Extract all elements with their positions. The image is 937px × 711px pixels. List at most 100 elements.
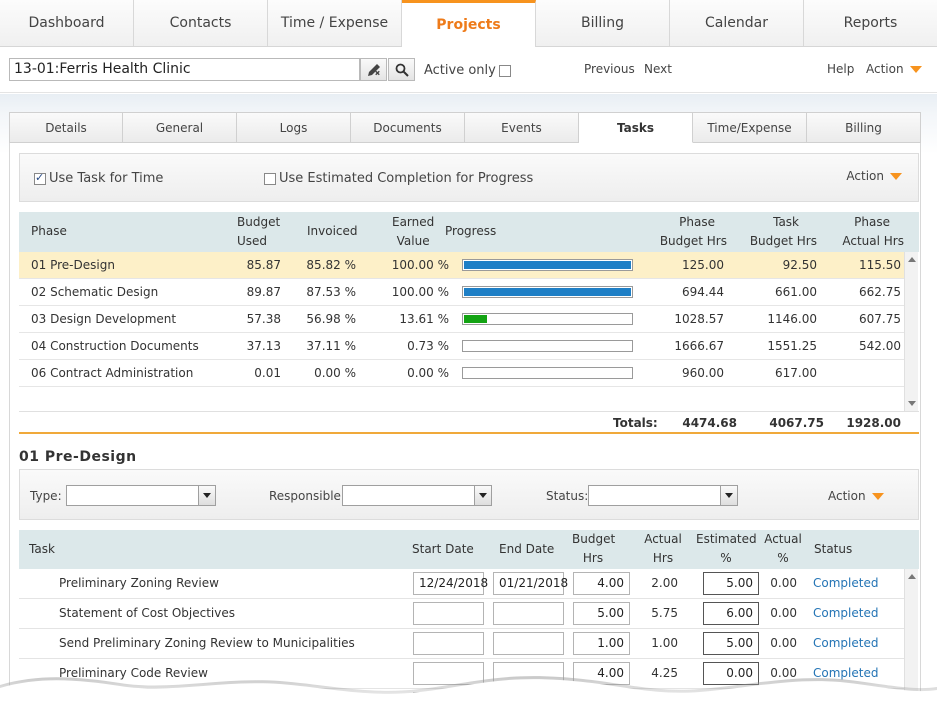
nav-tab-calendar[interactable]: Calendar (670, 0, 804, 46)
phase-actual-hrs: 607.75 (859, 312, 901, 326)
edit-project-button[interactable] (360, 58, 387, 81)
col-budget-used: Budget Used (237, 213, 280, 251)
status-label: Status: (546, 489, 589, 503)
progress-bar (462, 367, 633, 379)
main-nav: Dashboard Contacts Time / Expense Projec… (0, 0, 937, 47)
dropdown-caret-icon (871, 493, 884, 500)
task-filter-bar: Type: Responsible: Status: Action (19, 469, 919, 520)
actual-pct: 0.00 (770, 636, 797, 650)
tab-billing[interactable]: Billing (807, 112, 921, 143)
start-date-input[interactable] (413, 602, 484, 625)
status-link[interactable]: Completed (813, 606, 878, 620)
estimated-pct-input[interactable]: 5.00 (703, 572, 759, 595)
nav-tab-time-expense[interactable]: Time / Expense (268, 0, 402, 46)
col-phase-budget-line2: Budget Hrs (659, 234, 727, 248)
progress-bar-fill (464, 315, 487, 323)
active-only-checkbox[interactable] (498, 64, 511, 77)
tab-tasks[interactable]: Tasks (579, 112, 693, 143)
end-date-input[interactable] (493, 602, 564, 625)
col-earned-line1: Earned (392, 215, 435, 229)
phase-invoiced: 85.82 % (306, 258, 356, 272)
col-status: Status (814, 542, 853, 556)
table-row: Preliminary Zoning Review 12/24/2018 01/21… (19, 569, 904, 599)
estimated-pct-input[interactable]: 6.00 (703, 602, 759, 625)
search-icon (395, 63, 409, 77)
nav-tab-billing[interactable]: Billing (536, 0, 670, 46)
budget-hrs-input[interactable]: 4.00 (573, 572, 630, 595)
end-date-input[interactable]: 01/21/2018 (493, 572, 568, 595)
chevron-down-icon (474, 486, 491, 505)
active-only-toggle[interactable]: Active only (424, 63, 511, 78)
phase-name: 04 Construction Documents (31, 339, 199, 353)
table-row[interactable]: 03 Design Development 57.38 56.98 % 13.61 %… (19, 306, 904, 333)
table-row[interactable]: 04 Construction Documents 37.13 37.11 % 0.7… (19, 333, 904, 360)
type-select[interactable] (66, 485, 216, 506)
use-estimated-option[interactable]: Use Estimated Completion for Progress (264, 171, 533, 186)
tab-logs[interactable]: Logs (237, 112, 351, 143)
total-phase-actual: 1928.00 (846, 416, 901, 430)
nav-tab-contacts[interactable]: Contacts (134, 0, 268, 46)
project-search-input[interactable]: 13-01:Ferris Health Clinic (9, 58, 360, 81)
col-actual-hrs-line1: Actual (644, 532, 682, 546)
tab-events[interactable]: Events (465, 112, 579, 143)
use-task-for-time-checkbox[interactable] (34, 171, 46, 185)
phase-budget-hrs: 694.44 (682, 285, 724, 299)
col-budget-hrs: Budget Hrs (572, 530, 615, 568)
scroll-up-icon[interactable] (908, 574, 916, 579)
use-task-for-time-option[interactable]: Use Task for Time (34, 171, 163, 186)
col-invoiced: Invoiced (307, 224, 358, 238)
end-date-input[interactable] (493, 632, 564, 655)
start-date-input[interactable] (413, 632, 484, 655)
col-actual-pct: Actual% (763, 530, 803, 568)
section-title: 01 Pre-Design (19, 449, 137, 465)
tab-time-expense[interactable]: Time/Expense (693, 112, 807, 143)
col-phase-actual-hrs: Phase Actual Hrs (842, 213, 904, 251)
responsible-select[interactable] (342, 485, 492, 506)
task-options-bar: Use Task for Time Use Estimated Completi… (19, 153, 919, 202)
progress-bar (462, 259, 633, 271)
table-row: Statement of Cost Objectives 5.00 5.75 6.00… (19, 599, 904, 629)
budget-hrs-input[interactable]: 5.00 (573, 602, 630, 625)
help-link[interactable]: Help (827, 62, 854, 76)
task-budget-hrs: 661.00 (775, 285, 817, 299)
total-task-budget: 4067.75 (769, 416, 824, 430)
status-link[interactable]: Completed (813, 636, 878, 650)
phase-budget-used: 89.87 (246, 285, 281, 299)
next-link[interactable]: Next (644, 62, 672, 76)
chevron-down-icon (198, 486, 215, 505)
start-date-input[interactable]: 12/24/2018 (413, 572, 488, 595)
status-select[interactable] (588, 485, 738, 506)
options-action-menu[interactable]: Action (846, 169, 902, 183)
table-row[interactable]: 02 Schematic Design 89.87 87.53 % 100.00 % 6… (19, 279, 904, 306)
previous-link[interactable]: Previous (584, 62, 635, 76)
use-estimated-checkbox[interactable] (264, 172, 276, 185)
torn-edge-decoration (0, 676, 937, 711)
phase-name: 02 Schematic Design (31, 285, 159, 299)
nav-tab-reports[interactable]: Reports (804, 0, 937, 46)
task-budget-hrs: 1551.25 (767, 339, 817, 353)
tasks-action-menu[interactable]: Action (828, 489, 884, 503)
tab-general[interactable]: General (123, 112, 237, 143)
search-button[interactable] (388, 58, 415, 81)
col-actual-hrs-line2: Hrs (652, 551, 674, 565)
col-start-date: Start Date (412, 542, 474, 556)
budget-hrs-input[interactable]: 1.00 (573, 632, 630, 655)
scroll-up-icon[interactable] (908, 257, 916, 262)
status-link[interactable]: Completed (813, 576, 878, 590)
nav-tab-dashboard[interactable]: Dashboard (0, 0, 134, 46)
table-row[interactable]: 06 Contract Administration 0.01 0.00 % 0.00… (19, 360, 904, 387)
nav-tab-projects[interactable]: Projects (402, 0, 536, 47)
actual-pct: 0.00 (770, 606, 797, 620)
phase-budget-hrs: 125.00 (682, 258, 724, 272)
tab-details[interactable]: Details (9, 112, 123, 143)
col-budget-hrs-line2: Hrs (582, 551, 604, 565)
scroll-down-icon[interactable] (908, 401, 916, 406)
table-row[interactable]: 01 Pre-Design 85.87 85.82 % 100.00 % 125.00 9… (19, 252, 904, 279)
col-budget-used-line2: Used (237, 234, 268, 248)
type-label: Type: (30, 489, 62, 503)
toolbar-action-menu[interactable]: Action (866, 62, 922, 76)
tab-documents[interactable]: Documents (351, 112, 465, 143)
estimated-pct-input[interactable]: 5.00 (703, 632, 759, 655)
phase-scrollbar[interactable] (904, 252, 918, 411)
phase-earned-value: 0.73 % (407, 339, 449, 353)
